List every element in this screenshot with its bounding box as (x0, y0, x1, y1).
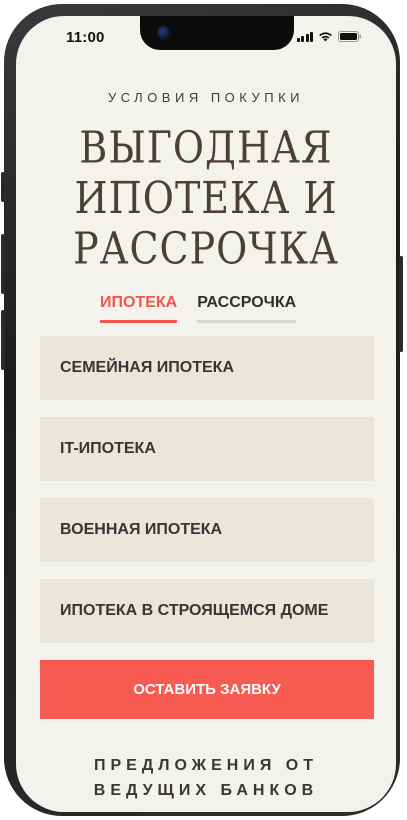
title-line: РАССРОЧКА (73, 223, 339, 274)
status-time: 11:00 (66, 29, 105, 46)
tab-installment[interactable]: РАССРОЧКА (197, 294, 297, 323)
footer-text: ПРЕДЛОЖЕНИЯ ОТ ВЕДУЩИХ БАНКОВ (16, 753, 396, 803)
footer-line: ВЕДУЩИХ БАНКОВ (93, 782, 319, 799)
phone-frame: 11:00 УСЛОВИЯ ПОКУПКИ ВЫГОДНАЯ ИПОТЕКА И… (1, 4, 403, 816)
power-button (399, 256, 403, 352)
section-subtitle: УСЛОВИЯ ПОКУПКИ (107, 90, 305, 105)
battery-icon (338, 31, 362, 42)
signal-icon (296, 31, 313, 42)
screen: 11:00 УСЛОВИЯ ПОКУПКИ ВЫГОДНАЯ ИПОТЕКА И… (16, 16, 396, 812)
title-line: ВЫГОДНАЯ (79, 122, 333, 173)
status-icons (296, 30, 363, 42)
tab-mortgage[interactable]: ИПОТЕКА (100, 294, 178, 323)
option-family-mortgage[interactable]: СЕМЕЙНАЯ ИПОТЕКА (40, 336, 374, 400)
option-construction-mortgage[interactable]: ИПОТЕКА В СТРОЯЩЕМСЯ ДОМЕ (40, 579, 374, 643)
volume-up-button (1, 234, 5, 294)
notch (140, 16, 294, 50)
footer-line: ПРЕДЛОЖЕНИЯ ОТ (93, 757, 319, 774)
page-title: ВЫГОДНАЯ ИПОТЕКА И РАССРОЧКА (16, 122, 396, 274)
volume-down-button (1, 310, 5, 370)
wifi-icon (318, 31, 333, 42)
tabs: ИПОТЕКА РАССРОЧКА (100, 294, 297, 323)
camera-icon (157, 26, 171, 40)
submit-request-button[interactable]: ОСТАВИТЬ ЗАЯВКУ (40, 660, 374, 719)
option-military-mortgage[interactable]: ВОЕННАЯ ИПОТЕКА (40, 498, 374, 562)
action-button (1, 172, 5, 202)
options-list: СЕМЕЙНАЯ ИПОТЕКА IT-ИПОТЕКА ВОЕННАЯ ИПОТ… (40, 336, 374, 660)
option-it-mortgage[interactable]: IT-ИПОТЕКА (40, 417, 374, 481)
title-line: ИПОТЕКА И (74, 172, 338, 224)
